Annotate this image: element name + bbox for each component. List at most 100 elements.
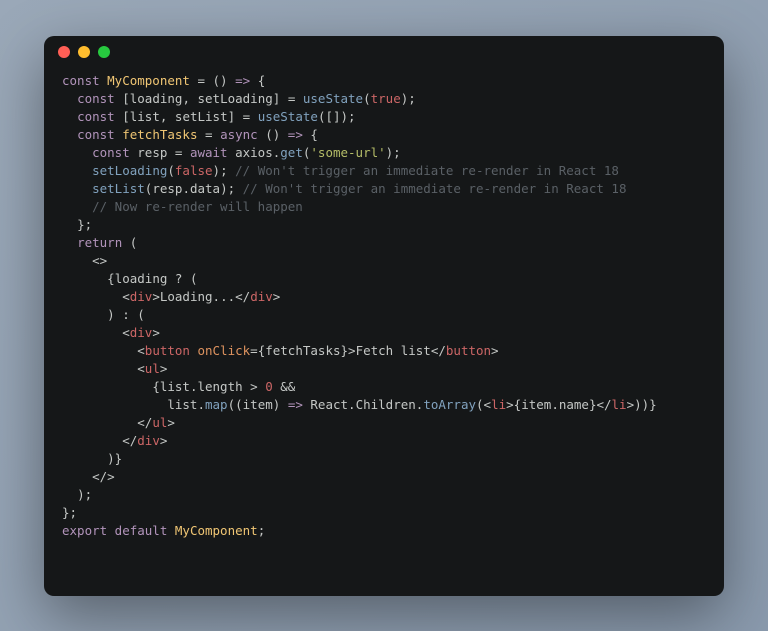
code-token: fetchTasks (122, 127, 197, 142)
code-token: get (280, 145, 303, 160)
code-token: button (446, 343, 491, 358)
code-token: { (303, 127, 318, 142)
code-line: </div> (62, 432, 706, 450)
code-line: setList(resp.data); // Won't trigger an … (62, 180, 706, 198)
code-token (62, 451, 107, 466)
code-token (62, 325, 122, 340)
code-token: await (190, 145, 235, 160)
code-token: div (137, 433, 160, 448)
code-token: const (62, 73, 107, 88)
code-token (62, 289, 122, 304)
code-line: <> (62, 252, 706, 270)
code-token: const (77, 109, 122, 124)
code-token: ul (152, 415, 167, 430)
code-token: > (152, 325, 160, 340)
code-token (62, 469, 92, 484)
code-line: <div>Loading...</div> (62, 288, 706, 306)
code-token (62, 433, 122, 448)
code-token: { (107, 271, 115, 286)
code-token (62, 343, 137, 358)
code-token: fetchTasks (265, 343, 340, 358)
code-token (62, 163, 92, 178)
code-token: && (273, 379, 296, 394)
minimize-icon[interactable] (78, 46, 90, 58)
code-token: > (243, 379, 266, 394)
code-token: }> (341, 343, 356, 358)
code-line: }; (62, 216, 706, 234)
code-token (62, 415, 137, 430)
code-token: return (77, 235, 122, 250)
code-token: ); (77, 487, 92, 502)
code-line: {list.length > 0 && (62, 378, 706, 396)
code-line: ); (62, 486, 706, 504)
code-token: data (190, 181, 220, 196)
code-token: setList (175, 109, 228, 124)
code-token: div (130, 289, 153, 304)
code-token: }; (77, 217, 92, 232)
code-token: const (77, 127, 122, 142)
code-token (62, 91, 77, 106)
code-token: const (92, 145, 137, 160)
code-token: . (348, 397, 356, 412)
code-token: > (273, 289, 281, 304)
code-line: setLoading(false); // Won't trigger an i… (62, 162, 706, 180)
code-token: resp (152, 181, 182, 196)
code-token: ); (220, 181, 243, 196)
code-line: )} (62, 450, 706, 468)
code-token: setList (92, 181, 145, 196)
close-icon[interactable] (58, 46, 70, 58)
code-token: < (122, 289, 130, 304)
code-token (62, 109, 77, 124)
code-block: const MyComponent = () => { const [loadi… (44, 68, 724, 596)
code-token: => (235, 73, 250, 88)
code-token: ) (273, 397, 288, 412)
code-line: }; (62, 504, 706, 522)
code-token: () (213, 73, 236, 88)
code-line: const [list, setList] = useState([]); (62, 108, 706, 126)
maximize-icon[interactable] (98, 46, 110, 58)
code-token: length (197, 379, 242, 394)
code-line: export default MyComponent; (62, 522, 706, 540)
code-token: name (559, 397, 589, 412)
code-token: ( (363, 91, 371, 106)
code-token: () (265, 127, 288, 142)
code-token (62, 487, 77, 502)
code-token: = (167, 145, 190, 160)
code-line: const [loading, setLoading] = useState(t… (62, 90, 706, 108)
code-line: const fetchTasks = async () => { (62, 126, 706, 144)
code-token: list (160, 379, 190, 394)
code-token: MyComponent (175, 523, 258, 538)
code-token: loading (115, 271, 168, 286)
code-token: // Won't trigger an immediate re-render … (243, 181, 627, 196)
code-token (62, 361, 137, 376)
code-token: </ (431, 343, 446, 358)
code-token: ) : ( (107, 307, 145, 322)
code-line: <button onClick={fetchTasks}>Fetch list<… (62, 342, 706, 360)
code-token: map (205, 397, 228, 412)
code-token: < (137, 361, 145, 376)
code-token: (< (476, 397, 491, 412)
code-token: item (521, 397, 551, 412)
code-token: > (167, 415, 175, 430)
code-token: Fetch list (356, 343, 431, 358)
code-token: > (491, 343, 499, 358)
code-token: <> (92, 253, 107, 268)
code-token: ul (145, 361, 160, 376)
code-token: div (130, 325, 153, 340)
code-token: 'some-url' (310, 145, 385, 160)
code-token (62, 181, 92, 196)
code-token (62, 127, 77, 142)
code-token: (( (228, 397, 243, 412)
code-token: [ (122, 91, 130, 106)
code-line: return ( (62, 234, 706, 252)
code-token: , (182, 91, 197, 106)
code-line: const MyComponent = () => { (62, 72, 706, 90)
code-token: => (288, 397, 303, 412)
code-token: < (137, 343, 145, 358)
code-token: </> (92, 469, 115, 484)
code-token: li (491, 397, 506, 412)
code-token: export default (62, 523, 175, 538)
code-token: [ (122, 109, 130, 124)
code-token: ); (386, 145, 401, 160)
code-token: false (175, 163, 213, 178)
